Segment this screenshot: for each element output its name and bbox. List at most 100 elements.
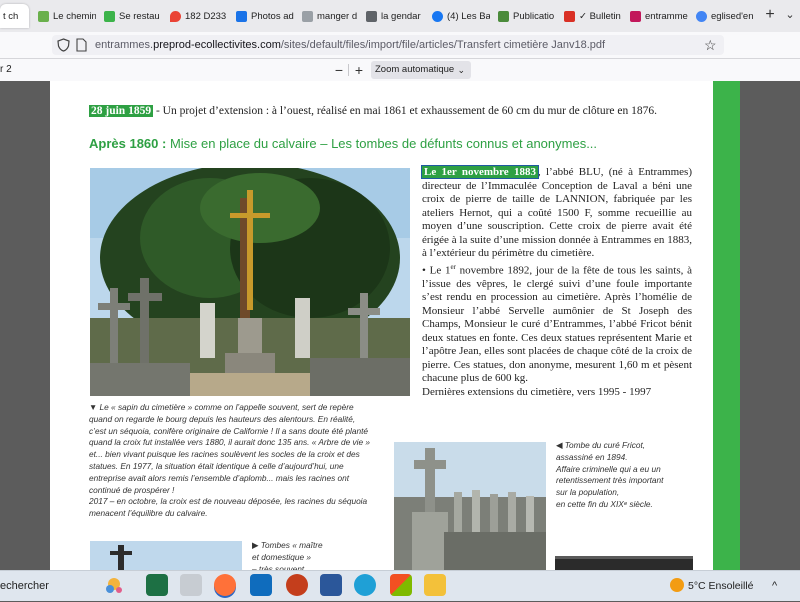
- tomb-fricot-photo: [394, 442, 546, 570]
- tab-label: entramme: [645, 10, 688, 22]
- chevron-down-icon: ⌄: [457, 65, 465, 75]
- tab-entrammes[interactable]: entramme: [630, 4, 688, 28]
- taskbar-search-label[interactable]: echercher: [0, 576, 49, 596]
- shield-icon[interactable]: [57, 38, 70, 52]
- zoom-select[interactable]: Zoom automatique ⌄: [371, 61, 471, 79]
- tab-label: ✓ Bulletin: [579, 10, 621, 22]
- sun-icon: [670, 578, 684, 592]
- tab-label: (4) Les Ba: [447, 10, 490, 22]
- file-explorer-icon[interactable]: [424, 574, 446, 596]
- list-tabs-button[interactable]: ⌄: [782, 5, 798, 25]
- tab-favicon-icon: [236, 10, 247, 22]
- tab-strip: t ch Le chemin Se restau 182 D233 Photos…: [0, 0, 800, 33]
- url-host: preprod-ecollectivites.com: [153, 39, 281, 51]
- tab-bulletin[interactable]: ✓ Bulletin: [564, 4, 622, 28]
- intro-text: - Un projet d’extension : à l’ouest, réa…: [153, 105, 658, 117]
- url-prefix: entrammes.: [95, 39, 154, 51]
- page-count: r 2: [0, 64, 12, 75]
- caption-line: en cette fin du XIXᵉ siècle.: [556, 498, 653, 509]
- caption-line: ◀ Tombe du curé Fricot,: [556, 440, 706, 452]
- zoom-in-button[interactable]: +: [352, 61, 366, 79]
- page-icon[interactable]: [76, 38, 87, 52]
- tab-label: Photos ad: [251, 10, 294, 22]
- caption-line: ▶ Tombes « maître: [252, 540, 362, 552]
- search-highlight-icon[interactable]: [102, 573, 126, 597]
- tab-favicon-icon: [366, 10, 377, 22]
- tab-se-restaurer[interactable]: Se restau: [104, 4, 162, 28]
- tab-favicon-icon: [104, 10, 115, 22]
- tab-favicon-icon: [564, 10, 575, 22]
- tab-label: eglised'en: [711, 10, 754, 22]
- paragraph-text: novembre 1892, jour de la fête de tous l…: [422, 264, 693, 385]
- tab-label: la gendar: [381, 10, 421, 22]
- caption-text: Tombes « maître: [260, 540, 323, 550]
- tab-eglise[interactable]: eglised'en: [696, 4, 754, 28]
- new-tab-button[interactable]: +: [762, 5, 778, 25]
- caption-line: Affaire criminelle qui a eu un: [556, 463, 661, 474]
- tab-label: manger d: [317, 10, 358, 22]
- cemetery-photo: [555, 556, 693, 570]
- system-tray-chevron-icon[interactable]: ^: [772, 576, 777, 596]
- date-highlight: Le 1er novembre 1883: [421, 165, 539, 179]
- edge-icon[interactable]: [354, 574, 376, 596]
- paragraph-bullet: • Le 1: [422, 264, 451, 277]
- caption-text: Tombe du curé Fricot,: [564, 440, 646, 450]
- section-heading: Après 1860 : Mise en place du calvaire –…: [89, 136, 709, 151]
- outlook-icon[interactable]: [250, 574, 272, 596]
- caption-line: sur la population,: [556, 487, 620, 498]
- calvary-caption: ▼ Le « sapin du cimetière » comme on l’a…: [89, 402, 373, 520]
- weather-widget[interactable]: 5°C Ensoleillé: [688, 576, 754, 596]
- paragraph-1883: Le 1er novembre 1883, l’abbé BLU, (né à …: [421, 165, 692, 261]
- excel-icon[interactable]: [146, 574, 168, 596]
- main-text-column: Le 1er novembre 1883, l’abbé BLU, (né à …: [421, 165, 692, 399]
- firefox-icon[interactable]: [214, 574, 236, 596]
- url-path: /sites/default/files/import/file/article…: [280, 39, 606, 51]
- fricot-caption: ◀ Tombe du curé Fricot, assassiné en 189…: [556, 440, 706, 511]
- heading-text: Mise en place du calvaire – Les tombes d…: [166, 136, 598, 151]
- caption-marker: ▶: [252, 540, 259, 550]
- url-text[interactable]: entrammes.preprod-ecollectivites.com/sit…: [95, 36, 605, 54]
- tab-182-d233[interactable]: 182 D233: [170, 4, 228, 28]
- tab-favicon-icon: [38, 10, 49, 22]
- store-icon[interactable]: [390, 574, 412, 596]
- zoom-out-button[interactable]: −: [332, 61, 346, 79]
- weather-condition: Ensoleillé: [708, 580, 754, 592]
- tab-label: Le chemin: [53, 10, 96, 22]
- paragraph-extensions: Dernières extensions du cimetière, vers …: [422, 385, 652, 398]
- roblox-icon[interactable]: [180, 574, 202, 596]
- facebook-icon: [432, 10, 443, 22]
- tab-label: Se restau: [119, 10, 160, 22]
- map-pin-icon: [170, 10, 181, 22]
- caption-line: retentissement très important: [556, 475, 664, 486]
- tab-label: t ch: [3, 10, 19, 22]
- paragraph-1892: • Le 1er novembre 1892, jour de la fête …: [422, 261, 692, 386]
- tab-facebook[interactable]: (4) Les Ba: [432, 4, 490, 28]
- tab-le-chemin[interactable]: Le chemin: [38, 4, 96, 28]
- caption-line: assassiné en 1894.: [556, 451, 628, 462]
- tab-photos[interactable]: Photos ad: [236, 4, 294, 28]
- page-margin-band: [713, 81, 740, 570]
- intro-line: 28 juin 1859 - Un projet d’extension : à…: [89, 104, 709, 119]
- word-icon[interactable]: [320, 574, 342, 596]
- google-icon: [696, 10, 707, 22]
- caption-line: et domestique »: [252, 551, 312, 562]
- tab-favicon-icon: [302, 10, 313, 22]
- tab-active[interactable]: t ch: [0, 4, 29, 28]
- powerpoint-icon[interactable]: [286, 574, 308, 596]
- zoom-value: Zoom automatique: [375, 64, 455, 75]
- calvary-photo: [90, 168, 410, 396]
- weather-temp: 5°C: [688, 580, 706, 592]
- caption-marker: ▼: [89, 402, 98, 412]
- date-highlight: 28 juin 1859: [89, 105, 154, 117]
- tombs-master-servant-photo: [90, 541, 242, 570]
- bookmark-star-icon[interactable]: ☆: [704, 36, 717, 54]
- tab-label: Publicatio: [513, 10, 555, 22]
- tab-manger[interactable]: manger d: [302, 4, 358, 28]
- paragraph-text: , l’abbé BLU, (né à Entrammes) directeur…: [422, 166, 692, 259]
- tab-favicon-icon: [498, 10, 509, 22]
- tab-label: 182 D233: [185, 10, 227, 22]
- caption-marker: ◀: [556, 440, 563, 450]
- tab-la-gendarmerie[interactable]: la gendar: [366, 4, 424, 28]
- caption-text-2017: 2017 – en octobre, la croix est de nouve…: [89, 496, 368, 519]
- tab-publication[interactable]: Publicatio: [498, 4, 556, 28]
